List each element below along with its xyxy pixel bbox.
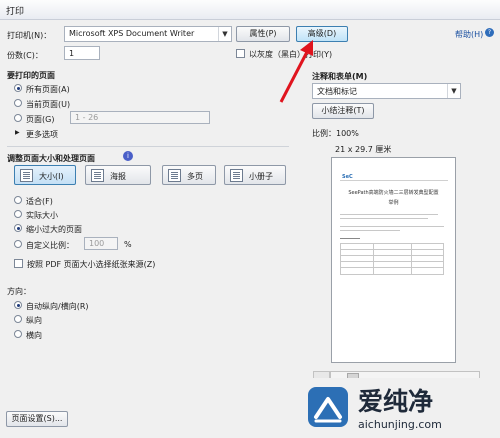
watermark-url: aichunjing.com — [358, 418, 442, 431]
document-text-line — [340, 226, 444, 227]
grayscale-checkbox[interactable] — [236, 49, 245, 58]
watermark: 爱纯净 aichunjing.com — [300, 378, 500, 438]
document-text-line — [340, 218, 428, 219]
sizing-section-title: 调整页面大小和处理页面 — [7, 154, 95, 163]
copies-value: 1 — [69, 49, 75, 58]
radio-all-pages[interactable] — [14, 84, 22, 92]
actual-size-label: 实际大小 — [26, 211, 58, 220]
document-table — [340, 243, 444, 275]
page-range-label: 页面(G) — [26, 115, 55, 124]
info-icon[interactable]: i — [123, 151, 133, 161]
radio-shrink-oversized[interactable] — [14, 224, 22, 232]
comments-title: 注释和表单(M) — [312, 72, 368, 81]
table-rule — [341, 261, 443, 262]
tab-booklet-label: 小册子 — [249, 172, 273, 181]
printer-select[interactable]: Microsoft XPS Document Writer ▼ — [64, 26, 232, 42]
tab-size[interactable]: 大小(I) — [14, 165, 76, 185]
tab-poster[interactable]: 海报 — [85, 165, 151, 185]
document-text-line — [340, 214, 438, 215]
radio-current-page[interactable] — [14, 99, 22, 107]
chevron-down-icon: ▼ — [447, 84, 460, 98]
table-rule — [373, 244, 374, 274]
page-icon — [20, 169, 33, 182]
comments-select[interactable]: 文档和标记 ▼ — [312, 83, 461, 99]
scale-label: 比例：100% — [312, 129, 359, 138]
tab-booklet[interactable]: 小册子 — [224, 165, 286, 185]
radio-fit[interactable] — [14, 196, 22, 204]
portrait-label: 纵向 — [26, 316, 42, 325]
all-pages-label: 所有页面(A) — [26, 85, 70, 94]
tab-multiple[interactable]: 多页 — [162, 165, 216, 185]
multiple-pages-icon — [168, 169, 181, 182]
help-icon[interactable]: ? — [485, 28, 494, 37]
watermark-logo-icon — [308, 387, 348, 427]
shrink-oversized-label: 缩小过大的页面 — [26, 225, 82, 234]
table-rule — [341, 255, 443, 256]
tab-poster-label: 海报 — [110, 172, 126, 181]
page-range-value: 1 - 26 — [75, 113, 99, 122]
fit-label: 适合(F) — [26, 197, 53, 206]
pages-section-title: 要打印的页面 — [7, 71, 55, 80]
current-page-label: 当前页面(U) — [26, 100, 71, 109]
custom-scale-unit: % — [124, 240, 132, 249]
printer-label: 打印机(N)： — [7, 31, 52, 40]
booklet-icon — [230, 169, 243, 182]
separator — [7, 146, 289, 147]
document-heading-line — [340, 238, 360, 239]
paper-source-label: 按照 PDF 页面大小选择纸张来源(Z) — [27, 260, 156, 269]
chevron-down-icon: ▼ — [218, 27, 231, 41]
table-rule — [341, 267, 443, 268]
radio-auto-orientation[interactable] — [14, 301, 22, 309]
title-bar: 打印 — [0, 0, 500, 20]
table-rule — [341, 249, 443, 250]
poster-icon — [91, 169, 104, 182]
radio-custom-scale[interactable] — [14, 240, 22, 248]
tab-size-label: 大小(I) — [39, 172, 64, 181]
document-text-line — [340, 230, 400, 231]
summarize-comments-button[interactable]: 小结注释(T) — [312, 103, 374, 119]
page-setup-button[interactable]: 页面设置(S)... — [6, 411, 68, 427]
custom-scale-label: 自定义比例： — [26, 241, 74, 250]
page-range-input[interactable]: 1 - 26 — [70, 111, 210, 124]
comments-selected: 文档和标记 — [317, 87, 357, 96]
paper-size-label: 21 x 29.7 厘米 — [335, 145, 392, 154]
landscape-label: 横向 — [26, 331, 42, 340]
radio-portrait[interactable] — [14, 315, 22, 323]
help-link[interactable]: 帮助(H) — [455, 29, 483, 40]
preview-page: SeC SeePath高端防火墙二三层转发典型配置 举例 — [331, 157, 456, 363]
printer-selected: Microsoft XPS Document Writer — [69, 29, 195, 38]
more-options-link[interactable]: 更多选项 — [26, 129, 58, 140]
copies-stepper[interactable]: 1 — [64, 46, 100, 60]
radio-landscape[interactable] — [14, 330, 22, 338]
header-rule — [340, 180, 448, 181]
auto-orientation-label: 自动纵向/横向(R) — [26, 302, 89, 311]
window-title: 打印 — [6, 7, 25, 17]
radio-page-range[interactable] — [14, 114, 22, 122]
custom-scale-value: 100 — [89, 239, 105, 248]
document-subtitle: 举例 — [388, 200, 399, 206]
watermark-text: 爱纯净 — [358, 387, 434, 416]
custom-scale-input[interactable]: 100 — [84, 237, 118, 250]
document-title: SeePath高端防火墙二三层转发典型配置 — [348, 190, 439, 196]
tab-multiple-label: 多页 — [187, 172, 203, 181]
copies-label: 份数(C)： — [7, 51, 43, 60]
radio-actual-size[interactable] — [14, 210, 22, 218]
orientation-title: 方向： — [7, 287, 31, 296]
table-rule — [411, 244, 412, 274]
paper-source-checkbox[interactable] — [14, 259, 23, 268]
triangle-right-icon[interactable]: ▶ — [15, 129, 20, 136]
